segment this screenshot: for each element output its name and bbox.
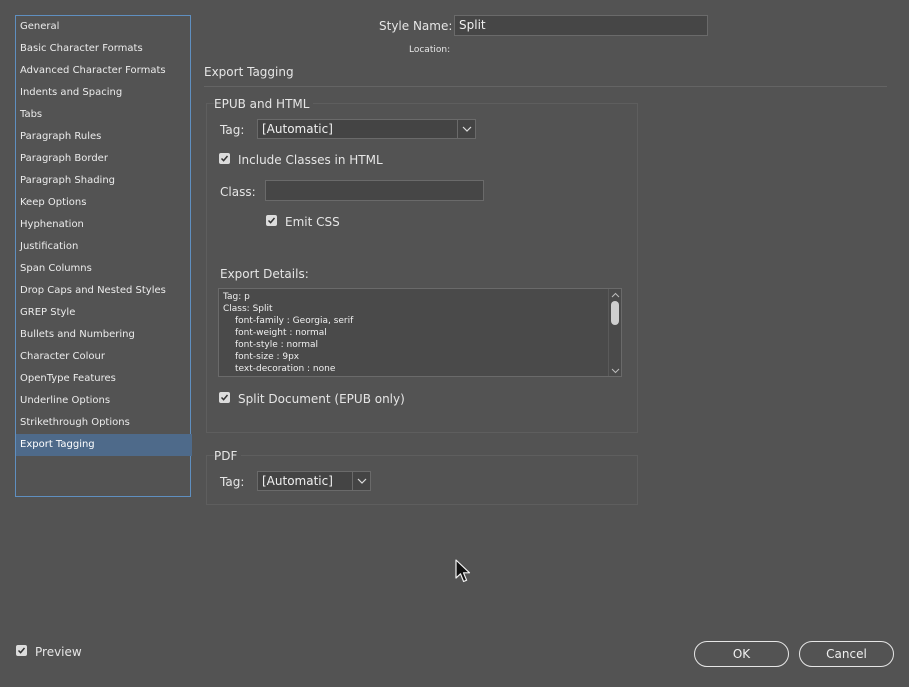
section-title: Export Tagging [204, 65, 294, 79]
chevron-down-icon [611, 368, 620, 374]
sidebar-item-grep-style[interactable]: GREP Style [16, 302, 192, 324]
split-document-label: Split Document (EPUB only) [238, 392, 405, 406]
sidebar-item-paragraph-border[interactable]: Paragraph Border [16, 148, 192, 170]
pdf-group-title: PDF [214, 449, 242, 463]
details-scrollbar[interactable] [608, 289, 621, 376]
checkmark-icon [267, 217, 276, 224]
chevron-down-icon [457, 120, 475, 138]
sidebar-item-hyphenation[interactable]: Hyphenation [16, 214, 192, 236]
section-divider [204, 86, 887, 87]
checkmark-icon [17, 647, 26, 654]
epub-tag-label: Tag: [220, 123, 245, 137]
sidebar-item-tabs[interactable]: Tabs [16, 104, 192, 126]
class-input[interactable] [265, 180, 484, 201]
preview-label: Preview [35, 645, 82, 659]
epub-html-group-title: EPUB and HTML [214, 97, 314, 111]
class-label: Class: [220, 185, 256, 199]
checkmark-icon [220, 155, 229, 162]
sidebar-item-general[interactable]: General [16, 16, 192, 38]
style-name-input[interactable]: Split [454, 15, 708, 36]
detail-line: Class: Split [223, 304, 273, 314]
style-name-label: Style Name: [379, 19, 453, 33]
sidebar-item-justification[interactable]: Justification [16, 236, 192, 258]
export-details-box[interactable]: Tag: p Class: Split font-family : Georgi… [218, 288, 622, 377]
sidebar-item-strikethrough-options[interactable]: Strikethrough Options [16, 412, 192, 434]
include-classes-checkbox[interactable] [219, 153, 230, 164]
sidebar-item-indents-and-spacing[interactable]: Indents and Spacing [16, 82, 192, 104]
scrollbar-thumb[interactable] [611, 301, 619, 325]
split-document-checkbox[interactable] [219, 392, 230, 403]
detail-line: font-family : Georgia, serif [235, 316, 354, 326]
sidebar-item-paragraph-shading[interactable]: Paragraph Shading [16, 170, 192, 192]
detail-line: font-size : 9px [235, 352, 300, 362]
epub-tag-value: [Automatic] [262, 122, 333, 136]
sidebar-item-keep-options[interactable]: Keep Options [16, 192, 192, 214]
emit-css-checkbox[interactable] [266, 215, 277, 226]
detail-line: Tag: p [223, 292, 250, 302]
checkmark-icon [220, 394, 229, 401]
detail-line: text-decoration : none [235, 364, 336, 374]
sidebar-item-basic-character-formats[interactable]: Basic Character Formats [16, 38, 192, 60]
export-details-label: Export Details: [220, 267, 309, 281]
pdf-tag-value: [Automatic] [262, 474, 333, 488]
pdf-tag-dropdown[interactable]: [Automatic] [257, 471, 371, 491]
epub-tag-dropdown[interactable]: [Automatic] [257, 119, 476, 139]
sidebar-item-opentype-features[interactable]: OpenType Features [16, 368, 192, 390]
sidebar-item-export-tagging[interactable]: Export Tagging [16, 434, 192, 456]
pdf-tag-label: Tag: [220, 475, 245, 489]
sidebar-item-character-colour[interactable]: Character Colour [16, 346, 192, 368]
emit-css-label: Emit CSS [285, 215, 340, 229]
detail-line: font-weight : normal [235, 328, 327, 338]
sidebar-item-paragraph-rules[interactable]: Paragraph Rules [16, 126, 192, 148]
location-label: Location: [409, 45, 451, 55]
sidebar-item-drop-caps-and-nested-styles[interactable]: Drop Caps and Nested Styles [16, 280, 192, 302]
ok-button[interactable]: OK [694, 641, 789, 667]
cancel-button[interactable]: Cancel [799, 641, 894, 667]
sidebar-item-span-columns[interactable]: Span Columns [16, 258, 192, 280]
sidebar-item-underline-options[interactable]: Underline Options [16, 390, 192, 412]
sidebar-item-advanced-character-formats[interactable]: Advanced Character Formats [16, 60, 192, 82]
mouse-cursor-icon [455, 559, 471, 583]
include-classes-label: Include Classes in HTML [238, 153, 383, 167]
detail-line: font-style : normal [235, 340, 319, 350]
chevron-down-icon [352, 472, 370, 490]
chevron-up-icon [611, 292, 620, 298]
sidebar-item-bullets-and-numbering[interactable]: Bullets and Numbering [16, 324, 192, 346]
preview-checkbox[interactable] [16, 645, 27, 656]
category-list[interactable]: General Basic Character Formats Advanced C… [15, 15, 192, 497]
